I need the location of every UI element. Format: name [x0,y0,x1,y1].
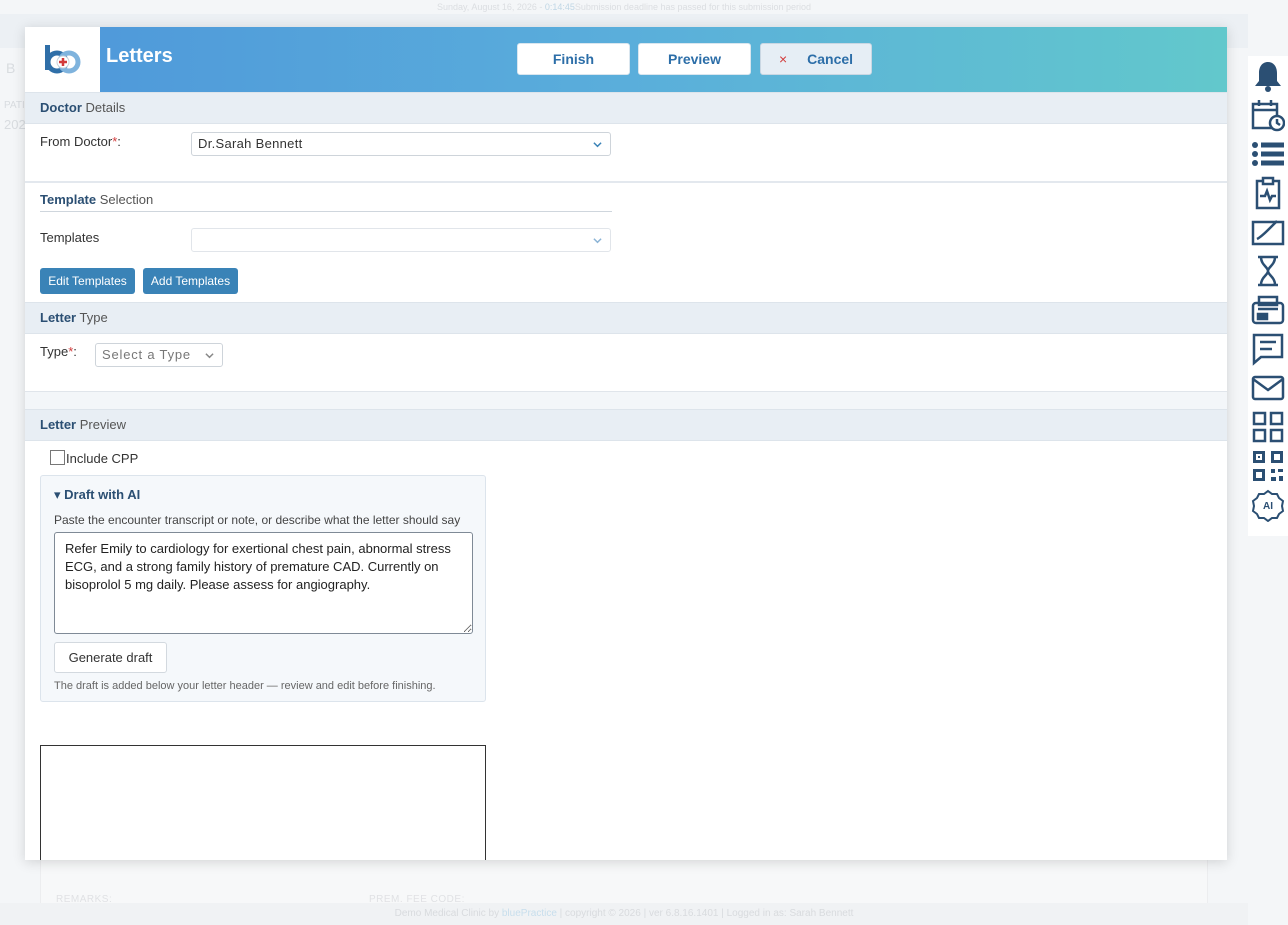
from-doctor-select[interactable]: Dr.Sarah Bennett [191,132,611,156]
draft-note: The draft is added below your letter hea… [54,680,436,692]
cancel-button[interactable]: × Cancel [760,43,872,75]
section-heading-doctor: Doctor Details [25,92,1227,124]
close-icon: × [778,51,788,67]
ai-icon[interactable]: AI [1248,485,1288,524]
letter-preview-section: Letter Preview [25,409,1227,441]
templates-label: Templates [40,230,100,245]
include-cpp-label: Include CPP [66,451,139,466]
chat-icon[interactable] [1248,329,1288,368]
qr-code-icon[interactable] [1248,446,1288,485]
fax-icon[interactable] [1248,290,1288,329]
preview-button[interactable]: Preview [638,43,751,75]
section-heading-letter-type: Letter Type [25,302,1227,334]
section-heading-template: Template Selection [40,192,154,207]
calendar-clock-icon[interactable] [1248,95,1288,134]
letter-type-select[interactable]: Select a Type [95,343,223,367]
signature-icon[interactable] [1248,212,1288,251]
app-logo [25,27,100,92]
right-toolbar: AI [1248,56,1288,536]
draft-prompt-textarea[interactable]: Refer Emily to cardiology for exertional… [54,532,473,634]
generate-draft-button[interactable]: Generate draft [54,642,167,673]
doctor-details-section: Doctor Details [25,92,1227,124]
modal-header: Letters Finish Preview × Cancel [25,27,1227,92]
letters-modal: Letters Finish Preview × Cancel Doctor D… [25,27,1227,860]
section-spacer [25,391,1227,410]
add-templates-button[interactable]: Add Templates [143,268,238,294]
modal-title: Letters [106,45,173,67]
draft-with-ai-toggle[interactable]: ▾ Draft with AI [54,487,140,503]
hourglass-icon[interactable] [1248,251,1288,290]
svg-text:AI: AI [1263,501,1273,512]
template-heading-underline [40,211,612,212]
letter-type-section: Letter Type [25,302,1227,334]
chevron-down-icon [205,353,214,359]
draft-with-ai-panel: ▾ Draft with AI Paste the encounter tran… [40,475,486,702]
chevron-down-icon [593,238,602,244]
include-cpp-checkbox[interactable] [50,450,65,465]
section-divider [25,181,1227,183]
templates-select[interactable] [191,228,611,252]
from-doctor-label: From Doctor*: [40,134,121,149]
clipboard-pulse-icon[interactable] [1248,173,1288,212]
letter-editor[interactable] [40,745,486,860]
finish-button[interactable]: Finish [517,43,630,75]
section-heading-letter-preview: Letter Preview [25,409,1227,441]
bell-icon[interactable] [1248,56,1288,95]
list-icon[interactable] [1248,134,1288,173]
draft-hint: Paste the encounter transcript or note, … [54,513,461,527]
mail-icon[interactable] [1248,368,1288,407]
chevron-down-icon [593,142,602,148]
edit-templates-button[interactable]: Edit Templates [40,268,135,294]
cancel-label: Cancel [807,51,854,67]
type-label: Type*: [40,344,77,359]
apps-grid-icon[interactable] [1248,407,1288,446]
